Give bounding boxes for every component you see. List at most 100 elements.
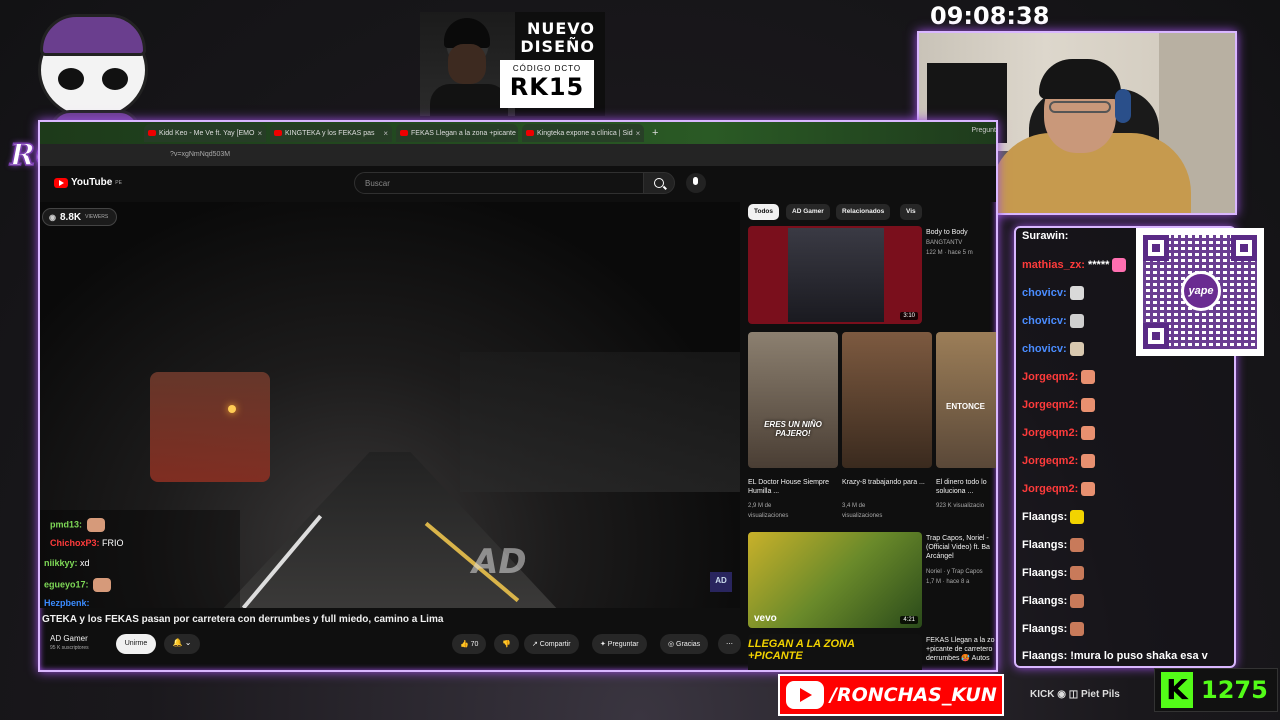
- video-player[interactable]: ◉ 8.8K VIEWERS AD AD pmd13: ChichoxP3: F…: [40, 202, 740, 608]
- browser-tab[interactable]: Kidd Keo - Me Ve ft. Yay [EMO ×: [144, 124, 266, 142]
- search-icon[interactable]: [643, 172, 675, 194]
- chip-todos[interactable]: Todos: [748, 204, 780, 220]
- short-thumbnail-1[interactable]: ERES UN NIÑO PAJERO!: [748, 332, 838, 468]
- microphone-icon[interactable]: [686, 173, 706, 193]
- ask-button[interactable]: ✦ Preguntar: [592, 634, 647, 654]
- short-thumbnail-2[interactable]: [842, 332, 932, 468]
- emote-icon: [1070, 538, 1085, 552]
- close-tab-icon[interactable]: ×: [257, 129, 262, 138]
- emote-icon: [1069, 314, 1084, 328]
- chat-message-line: Jorgeqm2:: [1022, 426, 1096, 440]
- chat-username[interactable]: Flaangs:: [1022, 650, 1067, 662]
- profile-menu[interactable]: Pregunt: [971, 127, 996, 134]
- search-input[interactable]: Buscar: [354, 172, 644, 194]
- rec-thumbnail-3[interactable]: LLEGAN A LA ZONA +PICANTE: [748, 634, 922, 670]
- chat-username[interactable]: Jorgeqm2:: [1022, 427, 1078, 439]
- chat-username[interactable]: mathias_zx:: [1022, 259, 1085, 271]
- chat-username[interactable]: Flaangs:: [1022, 511, 1067, 523]
- chat-username[interactable]: Surawin:: [1022, 230, 1068, 242]
- emote-icon: [1081, 482, 1096, 496]
- chat-username[interactable]: chovicv:: [1022, 315, 1067, 327]
- chat-username[interactable]: Jorgeqm2:: [1022, 455, 1078, 467]
- short-views-3: 923 K visualizacio: [936, 503, 985, 509]
- chat-username[interactable]: Jorgeqm2:: [1022, 371, 1078, 383]
- video-duration: 3:10: [900, 312, 918, 320]
- youtube-favicon-icon: [148, 130, 156, 136]
- like-button[interactable]: 👍 70: [452, 634, 487, 654]
- rec-thumbnail-1-image: [788, 228, 884, 322]
- chat-username[interactable]: Flaangs:: [1022, 567, 1067, 579]
- sponsor-face: [448, 44, 486, 84]
- rec-title-2[interactable]: Trap Capos, Noriel - (Official Video) ft…: [926, 534, 996, 561]
- address-bar[interactable]: ?v=xgNmNqd503M: [40, 144, 996, 166]
- tab-label: KINGTEKA y los FEKAS pas: [285, 129, 375, 137]
- chat-message-line: Flaangs:: [1022, 622, 1085, 636]
- notification-bell-button[interactable]: 🔔 ⌄: [164, 634, 200, 654]
- discount-code: RK15: [509, 73, 585, 101]
- chat-username: niikkyy:: [44, 558, 78, 568]
- youtube-play-icon: [786, 681, 824, 709]
- kick-logo-icon: K: [1161, 672, 1193, 708]
- chip-ad-gamer[interactable]: AD Gamer: [786, 204, 830, 220]
- short-thumbnail-3[interactable]: ENTONCE: [936, 332, 996, 468]
- chat-message-text: !mura lo puso shaka esa v: [1070, 650, 1208, 662]
- chat-message-line: chovicv:: [1022, 286, 1084, 300]
- close-tab-icon[interactable]: ×: [636, 129, 641, 138]
- chat-message-line: Flaangs:: [1022, 594, 1085, 608]
- video-truck: [460, 352, 740, 492]
- join-button[interactable]: Unirme: [116, 634, 156, 654]
- browser-tab[interactable]: Kingteka expone a clínica | Sid ×: [522, 124, 644, 142]
- video-duration: 4:21: [900, 616, 918, 624]
- share-button[interactable]: ↗ Compartir: [524, 634, 579, 654]
- new-tab-button[interactable]: +: [652, 127, 658, 139]
- chat-username[interactable]: chovicv:: [1022, 287, 1067, 299]
- rec-title-3[interactable]: FEKAS Llegan a la zo +picante de carrete…: [926, 636, 996, 663]
- chat-message-line: Jorgeqm2:: [1022, 454, 1096, 468]
- tab-label: FEKAS Llegan a la zona +picante: [411, 129, 516, 137]
- dislike-button[interactable]: 👎: [494, 634, 519, 654]
- webcam-glasses: [1049, 101, 1111, 113]
- chat-username[interactable]: chovicv:: [1022, 343, 1067, 355]
- short-views-1b: visualizaciones: [748, 513, 789, 519]
- chip-more[interactable]: Vis: [900, 204, 922, 220]
- browser-tab-active[interactable]: KINGTEKA y los FEKAS pas ×: [270, 124, 392, 142]
- chat-message-line: Surawin:: [1022, 230, 1068, 242]
- tab-strip: Kidd Keo - Me Ve ft. Yay [EMO × KINGTEKA …: [40, 122, 996, 144]
- chat-username[interactable]: Flaangs:: [1022, 539, 1067, 551]
- youtube-favicon-icon: [400, 130, 408, 136]
- close-tab-icon[interactable]: ×: [383, 129, 388, 138]
- qr-finder-bottom-left: [1143, 323, 1169, 349]
- channel-corner-badge[interactable]: AD: [710, 572, 732, 592]
- rec-meta-2: 1,7 M · hace 8 a: [926, 579, 970, 585]
- rec-thumbnail-2[interactable]: vevo 4:21: [748, 532, 922, 628]
- emote-icon: [1081, 398, 1096, 412]
- rec-title-1[interactable]: Body to Body: [926, 228, 968, 237]
- chat-message-line: Flaangs:: [1022, 510, 1085, 524]
- short-title-3[interactable]: El dinero todo lo soluciona ...: [936, 478, 996, 496]
- chat-message-line: Flaangs:: [1022, 538, 1085, 552]
- chat-username[interactable]: Jorgeqm2:: [1022, 399, 1078, 411]
- channel-name[interactable]: AD Gamer: [50, 634, 89, 643]
- short-title-1[interactable]: EL Doctor House Siempre Humilla ...: [748, 478, 832, 496]
- recommendations-panel: Todos AD Gamer Relacionados Vis 3:10 Bod…: [746, 202, 996, 670]
- chat-message-text: *****: [1087, 258, 1110, 271]
- browser-tab[interactable]: FEKAS Llegan a la zona +picante×: [396, 124, 518, 142]
- chat-username[interactable]: Flaangs:: [1022, 595, 1067, 607]
- chip-relacionados[interactable]: Relacionados: [836, 204, 891, 220]
- thanks-button[interactable]: ◎ Gracias: [660, 634, 709, 654]
- webcam-beanie: [1039, 59, 1121, 99]
- video-headlight: [228, 405, 236, 413]
- overlay-chat-line: Hezpbenk:: [44, 598, 90, 608]
- rec-thumbnail-1[interactable]: 3:10: [748, 226, 922, 324]
- short-title-2[interactable]: Krazy-8 trabajando para ...: [842, 478, 926, 487]
- channel-info[interactable]: AD Gamer 95 K suscriptores: [50, 634, 89, 651]
- youtube-logo[interactable]: YouTube PE: [54, 177, 122, 188]
- emote-icon: [86, 518, 105, 532]
- overlay-chat-line: egueyo17:: [44, 578, 112, 592]
- chat-username[interactable]: Jorgeqm2:: [1022, 483, 1078, 495]
- rec-thumbnail-3-banner: LLEGAN A LA ZONA +PICANTE: [748, 638, 855, 662]
- more-actions-button[interactable]: ⋯: [718, 634, 741, 654]
- short-views-1: 2,9 M de: [748, 503, 772, 509]
- chat-username[interactable]: Flaangs:: [1022, 623, 1067, 635]
- rec-channel-1: BANGTANTV: [926, 240, 963, 246]
